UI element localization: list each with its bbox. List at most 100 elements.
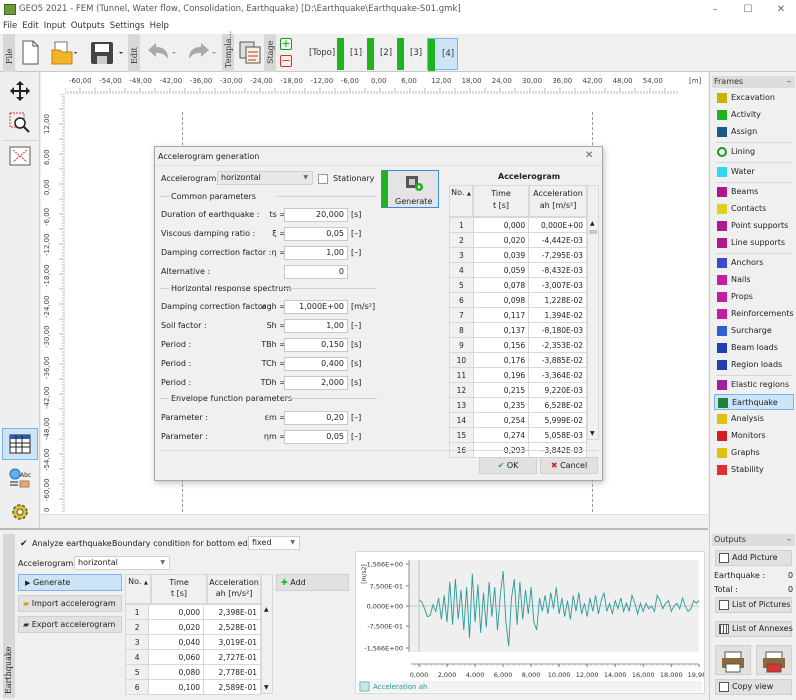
- acceleration-cell[interactable]: -3,364E-02: [528, 367, 587, 383]
- table-row[interactable]: 13 0,235 6,528E-02: [449, 397, 587, 413]
- collapse-frames-button[interactable]: –: [787, 76, 791, 88]
- time-cell[interactable]: 0,059: [472, 262, 530, 278]
- frame-props[interactable]: Props: [714, 289, 794, 305]
- param-input[interactable]: 1,00: [284, 319, 348, 333]
- table-row[interactable]: 5 0,078 -3,007E-03: [449, 277, 587, 293]
- frame-excavation[interactable]: Excavation: [714, 90, 794, 106]
- param-input[interactable]: 0: [284, 265, 348, 279]
- frame-earthquake[interactable]: Earthquake: [714, 394, 794, 410]
- collapse-outputs-button[interactable]: –: [787, 534, 791, 546]
- table-row[interactable]: 3 0,039 -7,295E-03: [449, 247, 587, 263]
- table-row[interactable]: 6 0,100 2,589E-01: [124, 679, 261, 695]
- stage-topo[interactable]: [Topo]: [305, 38, 337, 70]
- stage-4[interactable]: [4]: [427, 38, 458, 71]
- acceleration-cell[interactable]: 1,228E-02: [528, 292, 587, 308]
- acceleration-cell[interactable]: -7,295E-03: [528, 247, 587, 263]
- acceleration-cell[interactable]: -3,885E-02: [528, 352, 587, 368]
- redo-button[interactable]: [185, 38, 219, 68]
- stage-1[interactable]: [1]: [337, 38, 367, 70]
- time-cell[interactable]: 0,100: [148, 679, 204, 695]
- frame-water[interactable]: Water: [714, 164, 794, 180]
- table-scrollbar[interactable]: ▲ ▼: [587, 185, 599, 440]
- acceleration-cell[interactable]: -4,442E-03: [528, 232, 587, 248]
- stage-3[interactable]: [3]: [397, 38, 427, 70]
- table-row[interactable]: 14 0,254 5,999E-02: [449, 412, 587, 428]
- acceleration-cell[interactable]: 1,394E-02: [528, 307, 587, 323]
- zoom-tool-button[interactable]: [2, 108, 38, 138]
- generate-button[interactable]: Generate: [381, 170, 439, 208]
- table-row[interactable]: 6 0,098 1,228E-02: [449, 292, 587, 308]
- menu-settings[interactable]: Settings: [107, 20, 147, 31]
- frame-graphs[interactable]: Graphs: [714, 445, 794, 461]
- acceleration-cell[interactable]: -2,353E-02: [528, 337, 587, 353]
- frame-region-loads[interactable]: Region loads: [714, 357, 794, 373]
- time-cell[interactable]: 0,000: [472, 217, 530, 233]
- param-input[interactable]: 0,150: [284, 338, 348, 352]
- list-of-annexes-button[interactable]: List of Annexes: [715, 621, 793, 637]
- import-accelerogram-button[interactable]: ▰ Import accelerogram: [18, 595, 122, 612]
- col-no-header[interactable]: No. ▲: [125, 574, 151, 604]
- table-row[interactable]: 12 0,215 9,220E-03: [449, 382, 587, 398]
- table-row[interactable]: 7 0,117 1,394E-02: [449, 307, 587, 323]
- acceleration-cell[interactable]: -8,180E-03: [528, 322, 587, 338]
- table-view-button[interactable]: [2, 428, 38, 460]
- print-button[interactable]: [715, 645, 751, 675]
- table-row[interactable]: 4 0,060 2,727E-01: [124, 649, 261, 665]
- remove-stage-button[interactable]: −: [280, 55, 292, 67]
- maximize-button[interactable]: ☐: [733, 2, 763, 18]
- copy-view-button[interactable]: Copy view: [715, 679, 792, 695]
- col-no-header[interactable]: No. ▲: [449, 185, 473, 217]
- acceleration-cell[interactable]: 6,528E-02: [528, 397, 587, 413]
- table-row[interactable]: 8 0,137 -8,180E-03: [449, 322, 587, 338]
- frame-assign[interactable]: Assign: [714, 124, 794, 140]
- time-cell[interactable]: 0,137: [472, 322, 530, 338]
- pan-tool-button[interactable]: [2, 76, 38, 106]
- time-cell[interactable]: 0,080: [148, 664, 204, 680]
- param-input[interactable]: 0,05: [284, 227, 348, 241]
- param-input[interactable]: 0,05: [284, 430, 348, 444]
- export-accelerogram-button[interactable]: ▰ Export accelerogram: [18, 616, 122, 633]
- table-row[interactable]: 10 0,176 -3,885E-02: [449, 352, 587, 368]
- time-cell[interactable]: 0,235: [472, 397, 530, 413]
- add-stage-button[interactable]: +: [280, 38, 292, 50]
- frame-nails[interactable]: Nails: [714, 272, 794, 288]
- settings-button[interactable]: [2, 496, 38, 528]
- acceleration-cell[interactable]: -8,432E-03: [528, 262, 587, 278]
- time-cell[interactable]: 0,215: [472, 382, 530, 398]
- templates-button[interactable]: [238, 38, 262, 68]
- frame-activity[interactable]: Activity: [714, 107, 794, 123]
- scroll-up-icon[interactable]: ▲: [590, 220, 595, 227]
- frame-point-supports[interactable]: Point supports: [714, 218, 794, 234]
- time-cell[interactable]: 0,078: [472, 277, 530, 293]
- list-of-pictures-button[interactable]: List of Pictures: [715, 597, 792, 613]
- boundary-condition-select[interactable]: fixed ▼: [248, 536, 300, 550]
- table-row[interactable]: 11 0,196 -3,364E-02: [449, 367, 587, 383]
- close-window-button[interactable]: ✕: [766, 2, 796, 18]
- time-cell[interactable]: 0,274: [472, 427, 530, 443]
- frame-elastic-regions[interactable]: Elastic regions: [714, 377, 794, 393]
- add-picture-button[interactable]: Add Picture: [715, 550, 792, 566]
- time-cell[interactable]: 0,254: [472, 412, 530, 428]
- acceleration-cell[interactable]: 9,220E-03: [528, 382, 587, 398]
- param-input[interactable]: 1,00: [284, 246, 348, 260]
- time-cell[interactable]: 0,020: [472, 232, 530, 248]
- time-cell[interactable]: 0,176: [472, 352, 530, 368]
- scroll-down-icon[interactable]: ▼: [590, 430, 595, 437]
- acceleration-cell[interactable]: 3,019E-01: [203, 634, 261, 650]
- table-scrollbar[interactable]: ▲ ▼: [261, 574, 273, 694]
- accelerogram-select[interactable]: horizontal ▼: [217, 171, 313, 185]
- menu-input[interactable]: Input: [41, 20, 68, 31]
- time-cell[interactable]: 0,117: [472, 307, 530, 323]
- table-row[interactable]: 4 0,059 -8,432E-03: [449, 262, 587, 278]
- scroll-down-icon[interactable]: ▼: [264, 684, 269, 691]
- stationary-checkbox[interactable]: [318, 174, 328, 184]
- frame-beams[interactable]: Beams: [714, 184, 794, 200]
- undo-button[interactable]: [145, 38, 179, 68]
- time-cell[interactable]: 0,040: [148, 634, 204, 650]
- time-cell[interactable]: 0,060: [148, 649, 204, 665]
- frame-reinforcements[interactable]: Reinforcements: [714, 306, 794, 322]
- frame-line-supports[interactable]: Line supports: [714, 235, 794, 251]
- analyze-earthquake-checkbox[interactable]: ✔: [20, 539, 30, 549]
- scroll-up-icon[interactable]: ▲: [264, 606, 269, 613]
- menu-outputs[interactable]: Outputs: [68, 20, 107, 31]
